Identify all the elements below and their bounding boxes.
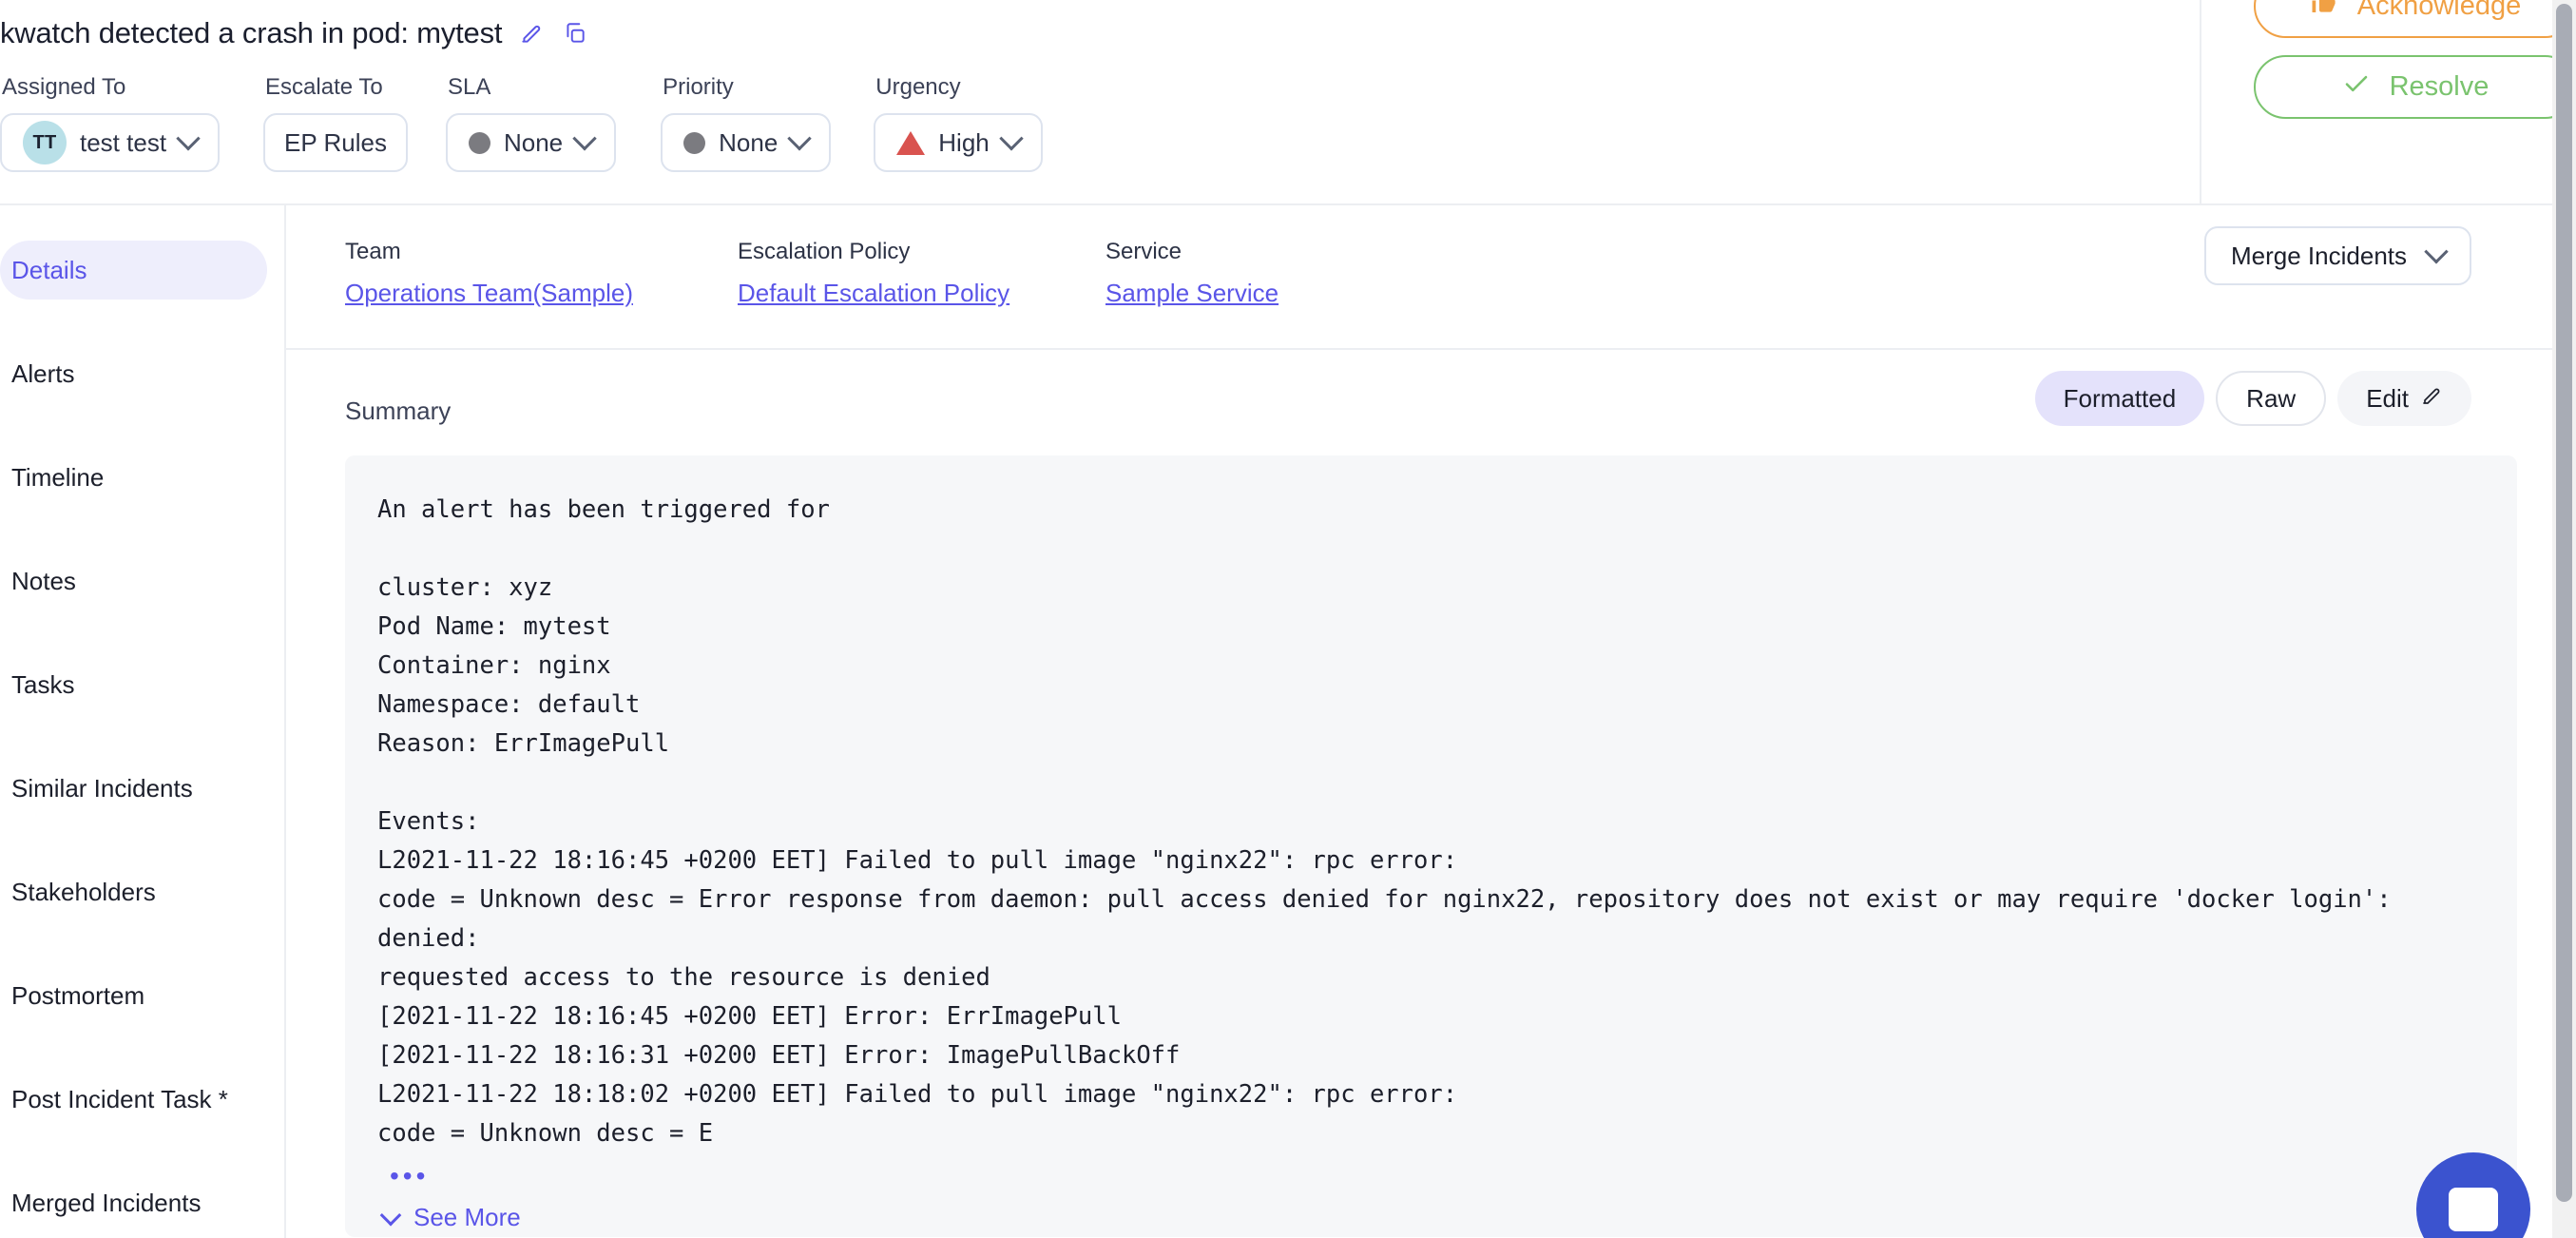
chevron-down-icon <box>2424 240 2449 264</box>
priority-select[interactable]: None <box>661 113 832 172</box>
field-priority: Priority None <box>661 74 832 172</box>
incident-title-row: kwatch detected a crash in pod: mytest <box>0 0 2576 55</box>
see-more-button[interactable]: See More <box>377 1190 521 1232</box>
raw-label: Raw <box>2246 383 2297 413</box>
urgency-high-triangle-icon <box>896 130 926 155</box>
chevron-down-icon <box>176 126 201 151</box>
sla-label: SLA <box>447 74 491 100</box>
tab-raw[interactable]: Raw <box>2216 371 2327 426</box>
pencil-icon <box>2420 384 2443 414</box>
sidebar-item-alerts[interactable]: Alerts <box>0 344 284 403</box>
acknowledge-label: Acknowledge <box>2356 0 2522 21</box>
tab-formatted[interactable]: Formatted <box>2034 371 2205 426</box>
page-scrollbar-thumb[interactable] <box>2556 4 2572 1202</box>
escalation-policy-label: Escalation Policy <box>738 239 911 264</box>
sidebar-item-label: Alerts <box>11 358 75 388</box>
chevron-down-icon <box>999 126 1024 151</box>
edit-label: Edit <box>2366 383 2409 413</box>
priority-label: Priority <box>663 74 734 100</box>
sidebar-item-label: Post Incident Task * <box>11 1084 228 1113</box>
copy-title-icon[interactable] <box>561 19 589 48</box>
incident-sidebar-nav: Details Alerts Timeline Notes Tasks Simi… <box>0 205 286 1238</box>
edit-summary-button[interactable]: Edit <box>2337 371 2471 426</box>
summary-body-text: An alert has been triggered for cluster:… <box>377 495 2392 1148</box>
sidebar-item-label: Merged Incidents <box>11 1188 202 1217</box>
sidebar-item-label: Stakeholders <box>11 877 156 906</box>
resolve-button[interactable]: Resolve <box>2254 55 2576 119</box>
summary-title: Summary <box>345 396 452 425</box>
sidebar-item-details[interactable]: Details <box>0 241 267 300</box>
info-escalation-policy: Escalation Policy Default Escalation Pol… <box>738 239 1105 308</box>
sidebar-item-label: Timeline <box>11 462 105 492</box>
details-panel: Team Operations Team(Sample) Escalation … <box>286 205 2576 1238</box>
sidebar-item-postmortem[interactable]: Postmortem <box>0 966 284 1025</box>
formatted-label: Formatted <box>2063 383 2177 413</box>
acknowledge-button[interactable]: Acknowledge <box>2254 0 2576 38</box>
sla-status-dot-icon <box>468 131 490 154</box>
sidebar-item-label: Similar Incidents <box>11 773 193 803</box>
incident-actions-panel: Acknowledge Resolve <box>2200 0 2576 203</box>
merge-incidents-button[interactable]: Merge Incidents <box>2204 226 2471 285</box>
incident-header: kwatch detected a crash in pod: mytest A… <box>0 0 2576 205</box>
chevron-down-icon <box>787 126 813 151</box>
info-team: Team Operations Team(Sample) <box>345 239 738 308</box>
escalate-to-value: EP Rules <box>284 127 387 157</box>
sidebar-item-tasks[interactable]: Tasks <box>0 655 284 714</box>
chevron-down-icon <box>379 1204 402 1226</box>
sidebar-item-post-incident-task[interactable]: Post Incident Task * <box>0 1070 284 1129</box>
assigned-to-select[interactable]: TT test test <box>0 113 221 172</box>
merge-incidents-label: Merge Incidents <box>2231 241 2407 270</box>
sidebar-item-label: Notes <box>11 566 76 595</box>
summary-content-card: An alert has been triggered for cluster:… <box>345 455 2517 1237</box>
truncation-ellipsis: ••• <box>390 1161 430 1190</box>
escalation-policy-link[interactable]: Default Escalation Policy <box>738 279 1105 308</box>
field-urgency: Urgency High <box>874 74 1043 172</box>
incident-body: Details Alerts Timeline Notes Tasks Simi… <box>0 205 2576 1238</box>
incident-details-page: kwatch detected a crash in pod: mytest A… <box>0 0 2576 1238</box>
incident-meta-fields: Assigned To TT test test Escalate To EP … <box>0 55 2576 172</box>
sidebar-item-label: Postmortem <box>11 980 145 1010</box>
sidebar-item-similar-incidents[interactable]: Similar Incidents <box>0 759 284 818</box>
check-icon <box>2342 69 2371 106</box>
priority-value: None <box>719 127 779 157</box>
sidebar-item-notes[interactable]: Notes <box>0 551 284 610</box>
thumbs-up-icon <box>2310 0 2338 25</box>
incident-info-row: Team Operations Team(Sample) Escalation … <box>286 205 2576 350</box>
sla-value: None <box>503 127 564 157</box>
resolve-label: Resolve <box>2389 71 2489 102</box>
chat-bubble-shape <box>2449 1188 2498 1231</box>
ep-rules-button[interactable]: EP Rules <box>263 113 408 172</box>
edit-title-pencil-icon[interactable] <box>517 19 546 48</box>
page-scrollbar[interactable] <box>2552 0 2576 1238</box>
team-label: Team <box>345 239 401 264</box>
sidebar-item-stakeholders[interactable]: Stakeholders <box>0 862 284 921</box>
summary-view-toggle: Formatted Raw Edit <box>2034 371 2471 426</box>
sidebar-item-label: Details <box>11 255 87 284</box>
urgency-value: High <box>938 127 990 157</box>
field-sla: SLA None <box>445 74 617 172</box>
chevron-down-icon <box>572 126 597 151</box>
field-escalate-to: Escalate To EP Rules <box>263 74 408 172</box>
sidebar-item-label: Tasks <box>11 669 75 699</box>
avatar: TT <box>23 121 67 164</box>
info-service: Service Sample Service <box>1105 239 1278 308</box>
service-label: Service <box>1105 239 1182 264</box>
service-link[interactable]: Sample Service <box>1105 279 1278 308</box>
summary-header-row: Summary Formatted Raw Edit <box>286 350 2576 442</box>
sla-select[interactable]: None <box>445 113 617 172</box>
urgency-label: Urgency <box>875 74 961 100</box>
team-link[interactable]: Operations Team(Sample) <box>345 279 738 308</box>
page-title: kwatch detected a crash in pod: mytest <box>0 16 503 49</box>
see-more-label: See More <box>413 1203 521 1231</box>
sidebar-item-timeline[interactable]: Timeline <box>0 448 284 507</box>
urgency-select[interactable]: High <box>874 113 1043 172</box>
priority-status-dot-icon <box>683 131 706 154</box>
escalate-to-label: Escalate To <box>265 74 383 100</box>
sidebar-item-merged-incidents[interactable]: Merged Incidents <box>0 1173 284 1232</box>
assigned-to-label: Assigned To <box>2 74 126 100</box>
assigned-to-value: test test <box>80 127 167 157</box>
field-assigned-to: Assigned To TT test test <box>0 74 221 172</box>
